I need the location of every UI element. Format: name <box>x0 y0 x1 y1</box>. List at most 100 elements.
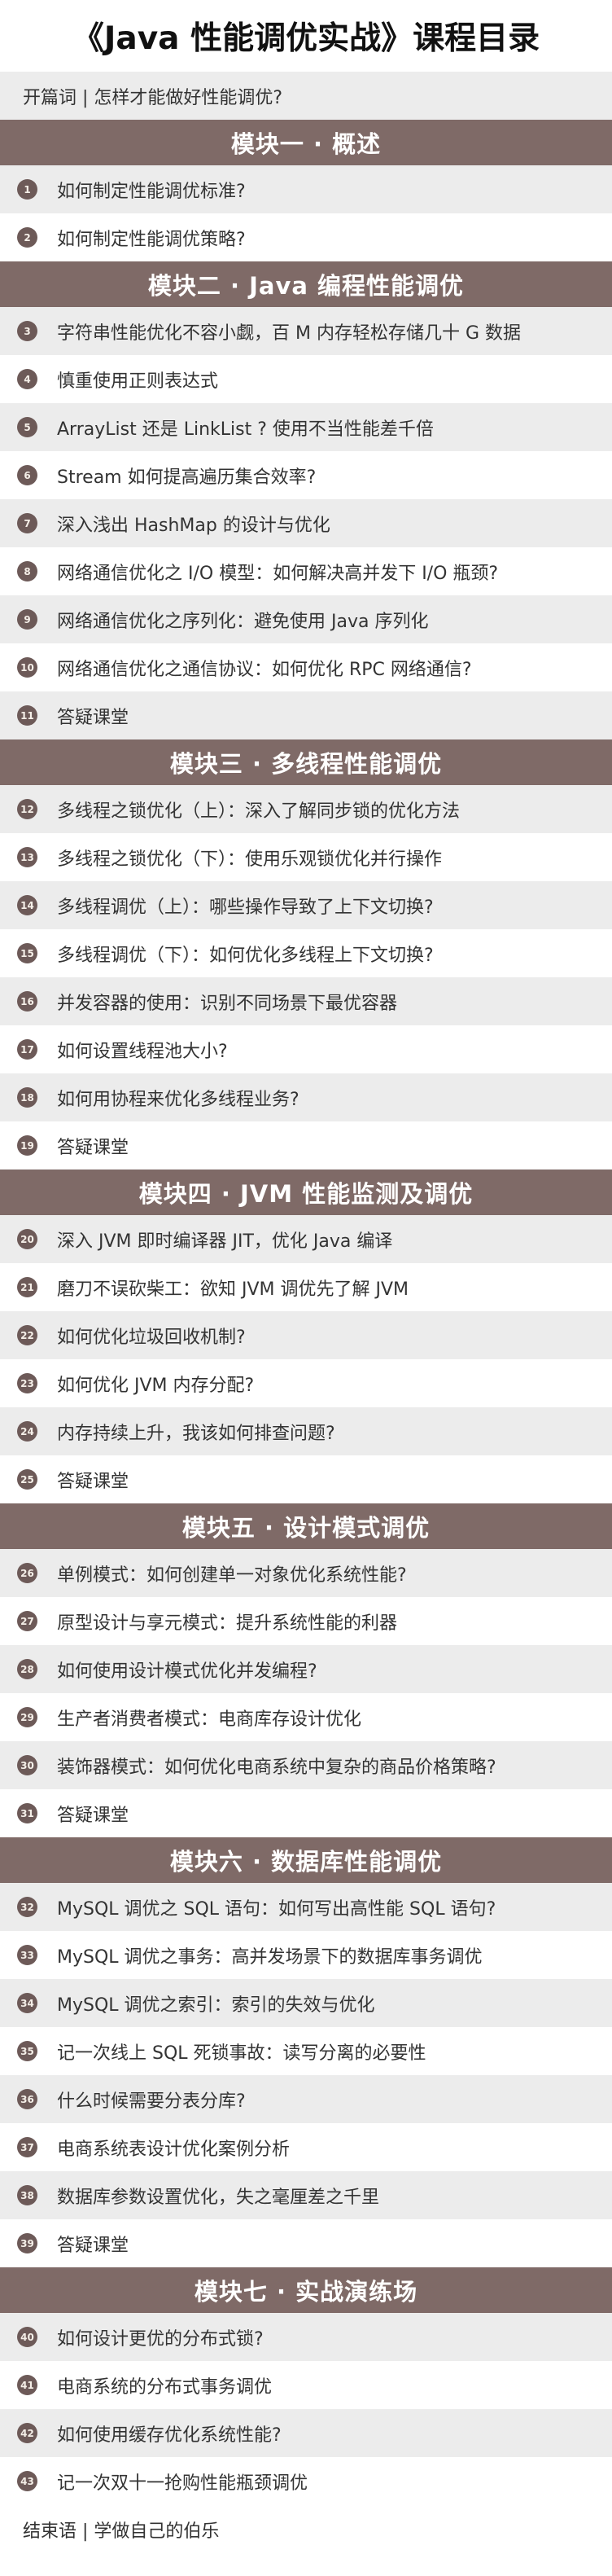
lesson-title: 磨刀不误砍柴工：欲知 JVM 调优先了解 JVM <box>57 1279 409 1300</box>
lesson-row[interactable]: 37 电商系统表设计优化案例分析 <box>0 2123 612 2171</box>
lesson-row[interactable]: 3 字符串性能优化不容小觑，百 M 内存轻松存储几十 G 数据 <box>0 307 612 355</box>
lesson-row[interactable]: 13 多线程之锁优化（下）：使用乐观锁优化并行操作 <box>0 833 612 881</box>
lesson-row[interactable]: 36 什么时候需要分表分库? <box>0 2075 612 2123</box>
lesson-row[interactable]: 16 并发容器的使用：识别不同场景下最优容器 <box>0 977 612 1025</box>
lesson-row[interactable]: 17 如何设置线程池大小? <box>0 1025 612 1073</box>
lesson-title: MySQL 调优之 SQL 语句：如何写出高性能 SQL 语句? <box>57 1898 496 1920</box>
lesson-title: 如何优化 JVM 内存分配? <box>57 1375 255 1396</box>
lesson-number-badge: 14 <box>17 895 37 915</box>
lesson-row[interactable]: 21 磨刀不误砍柴工：欲知 JVM 调优先了解 JVM <box>0 1263 612 1311</box>
lesson-row[interactable]: 15 多线程调优（下）：如何优化多线程上下文切换? <box>0 929 612 977</box>
lesson-row[interactable]: 4 慎重使用正则表达式 <box>0 355 612 403</box>
lesson-number-badge: 1 <box>17 179 37 200</box>
lesson-row[interactable]: 1 如何制定性能调优标准? <box>0 165 612 213</box>
lesson-number-badge: 15 <box>17 943 37 963</box>
lesson-number-badge: 33 <box>17 1945 37 1965</box>
lesson-row[interactable]: 39 答疑课堂 <box>0 2219 612 2267</box>
lesson-number-badge: 34 <box>17 1993 37 2013</box>
lesson-row[interactable]: 41 电商系统的分布式事务调优 <box>0 2361 612 2409</box>
lesson-row[interactable]: 32 MySQL 调优之 SQL 语句：如何写出高性能 SQL 语句? <box>0 1883 612 1931</box>
lesson-row[interactable]: 5 ArrayList 还是 LinkList ? 使用不当性能差千倍 <box>0 403 612 451</box>
lesson-row[interactable]: 38 数据库参数设置优化，失之毫厘差之千里 <box>0 2171 612 2219</box>
lesson-row[interactable]: 35 记一次线上 SQL 死锁事故：读写分离的必要性 <box>0 2027 612 2075</box>
epilogue-row[interactable]: 结束语 | 学做自己的伯乐 <box>0 2505 612 2553</box>
lesson-number-badge: 27 <box>17 1611 37 1631</box>
lesson-row[interactable]: 34 MySQL 调优之索引：索引的失效与优化 <box>0 1979 612 2027</box>
page-title: 《Java 性能调优实战》课程目录 <box>0 0 612 72</box>
lesson-title: 多线程调优（下）：如何优化多线程上下文切换? <box>57 945 434 966</box>
lesson-number-badge: 23 <box>17 1373 37 1393</box>
lesson-number-badge: 8 <box>17 561 37 581</box>
module-header: 模块四 · JVM 性能监测及调优 <box>0 1170 612 1215</box>
lesson-number-badge: 17 <box>17 1039 37 1060</box>
lesson-row[interactable]: 33 MySQL 调优之事务：高并发场景下的数据库事务调优 <box>0 1931 612 1979</box>
lesson-row[interactable]: 12 多线程之锁优化（上）：深入了解同步锁的优化方法 <box>0 785 612 833</box>
lesson-row[interactable]: 14 多线程调优（上）：哪些操作导致了上下文切换? <box>0 881 612 929</box>
lesson-number-badge: 32 <box>17 1897 37 1917</box>
lesson-title: 答疑课堂 <box>57 707 129 728</box>
lesson-number-badge: 39 <box>17 2233 37 2253</box>
lesson-row[interactable]: 25 答疑课堂 <box>0 1455 612 1503</box>
lesson-title: 答疑课堂 <box>57 1137 129 1158</box>
module-header: 模块三 · 多线程性能调优 <box>0 739 612 785</box>
lesson-title: 网络通信优化之 I/O 模型：如何解决高并发下 I/O 瓶颈? <box>57 563 499 584</box>
lesson-row[interactable]: 29 生产者消费者模式：电商库存设计优化 <box>0 1693 612 1741</box>
lesson-title: 如何优化垃圾回收机制? <box>57 1327 246 1348</box>
lesson-row[interactable]: 11 答疑课堂 <box>0 691 612 739</box>
lesson-row[interactable]: 26 单例模式：如何创建单一对象优化系统性能? <box>0 1549 612 1597</box>
lesson-row[interactable]: 31 答疑课堂 <box>0 1789 612 1837</box>
lesson-number-badge: 10 <box>17 657 37 678</box>
lesson-row[interactable]: 7 深入浅出 HashMap 的设计与优化 <box>0 499 612 547</box>
lesson-title: 网络通信优化之通信协议：如何优化 RPC 网络通信? <box>57 659 472 680</box>
lesson-number-badge: 19 <box>17 1135 37 1156</box>
lesson-row[interactable]: 18 如何用协程来优化多线程业务? <box>0 1073 612 1121</box>
lesson-title: 字符串性能优化不容小觑，百 M 内存轻松存储几十 G 数据 <box>57 323 522 344</box>
lesson-title: 深入浅出 HashMap 的设计与优化 <box>57 515 330 536</box>
lesson-row[interactable]: 19 答疑课堂 <box>0 1121 612 1170</box>
lesson-row[interactable]: 22 如何优化垃圾回收机制? <box>0 1311 612 1359</box>
lesson-row[interactable]: 24 内存持续上升，我该如何排查问题? <box>0 1407 612 1455</box>
lesson-title: 生产者消费者模式：电商库存设计优化 <box>57 1709 362 1730</box>
lesson-number-badge: 5 <box>17 417 37 437</box>
lesson-number-badge: 12 <box>17 799 37 819</box>
lesson-title: 多线程调优（上）：哪些操作导致了上下文切换? <box>57 897 434 918</box>
lesson-number-badge: 18 <box>17 1087 37 1108</box>
preface-label: 开篇词 | 怎样才能做好性能调优? <box>23 87 283 108</box>
lesson-row[interactable]: 10 网络通信优化之通信协议：如何优化 RPC 网络通信? <box>0 643 612 691</box>
lesson-title: 电商系统的分布式事务调优 <box>57 2376 273 2398</box>
lesson-row[interactable]: 42 如何使用缓存优化系统性能? <box>0 2409 612 2457</box>
lesson-number-badge: 9 <box>17 609 37 630</box>
preface-row[interactable]: 开篇词 | 怎样才能做好性能调优? <box>0 72 612 120</box>
lesson-row[interactable]: 27 原型设计与享元模式：提升系统性能的利器 <box>0 1597 612 1645</box>
lesson-title: 如何设置线程池大小? <box>57 1041 228 1062</box>
lesson-row[interactable]: 43 记一次双十一抢购性能瓶颈调优 <box>0 2457 612 2505</box>
lesson-number-badge: 7 <box>17 513 37 533</box>
lesson-number-badge: 11 <box>17 705 37 726</box>
lesson-row[interactable]: 20 深入 JVM 即时编译器 JIT，优化 Java 编译 <box>0 1215 612 1263</box>
lesson-row[interactable]: 23 如何优化 JVM 内存分配? <box>0 1359 612 1407</box>
lesson-row[interactable]: 40 如何设计更优的分布式锁? <box>0 2313 612 2361</box>
lesson-row[interactable]: 6 Stream 如何提高遍历集合效率? <box>0 451 612 499</box>
lesson-number-badge: 21 <box>17 1277 37 1297</box>
lesson-row[interactable]: 9 网络通信优化之序列化：避免使用 Java 序列化 <box>0 595 612 643</box>
lesson-number-badge: 25 <box>17 1469 37 1490</box>
course-catalog: 《Java 性能调优实战》课程目录 开篇词 | 怎样才能做好性能调优? 模块一 … <box>0 0 612 2576</box>
module-header: 模块五 · 设计模式调优 <box>0 1503 612 1549</box>
lesson-number-badge: 20 <box>17 1229 37 1249</box>
lesson-title: 网络通信优化之序列化：避免使用 Java 序列化 <box>57 611 429 632</box>
lesson-title: 数据库参数设置优化，失之毫厘差之千里 <box>57 2187 380 2208</box>
module-list: 模块一 · 概述 1 如何制定性能调优标准? 2 如何制定性能调优策略? 模块二 · Ja… <box>0 120 612 2505</box>
lesson-number-badge: 16 <box>17 991 37 1012</box>
lesson-title: 如何用协程来优化多线程业务? <box>57 1089 299 1110</box>
lesson-row[interactable]: 30 装饰器模式：如何优化电商系统中复杂的商品价格策略? <box>0 1741 612 1789</box>
lesson-row[interactable]: 8 网络通信优化之 I/O 模型：如何解决高并发下 I/O 瓶颈? <box>0 547 612 595</box>
lesson-row[interactable]: 2 如何制定性能调优策略? <box>0 213 612 261</box>
lesson-title: 电商系统表设计优化案例分析 <box>57 2139 291 2160</box>
lesson-title: 并发容器的使用：识别不同场景下最优容器 <box>57 993 398 1014</box>
lesson-number-badge: 3 <box>17 321 37 341</box>
lesson-number-badge: 40 <box>17 2327 37 2347</box>
lesson-title: 什么时候需要分表分库? <box>57 2091 246 2112</box>
lesson-number-badge: 24 <box>17 1421 37 1442</box>
lesson-row[interactable]: 28 如何使用设计模式优化并发编程? <box>0 1645 612 1693</box>
module-header: 模块一 · 概述 <box>0 120 612 165</box>
